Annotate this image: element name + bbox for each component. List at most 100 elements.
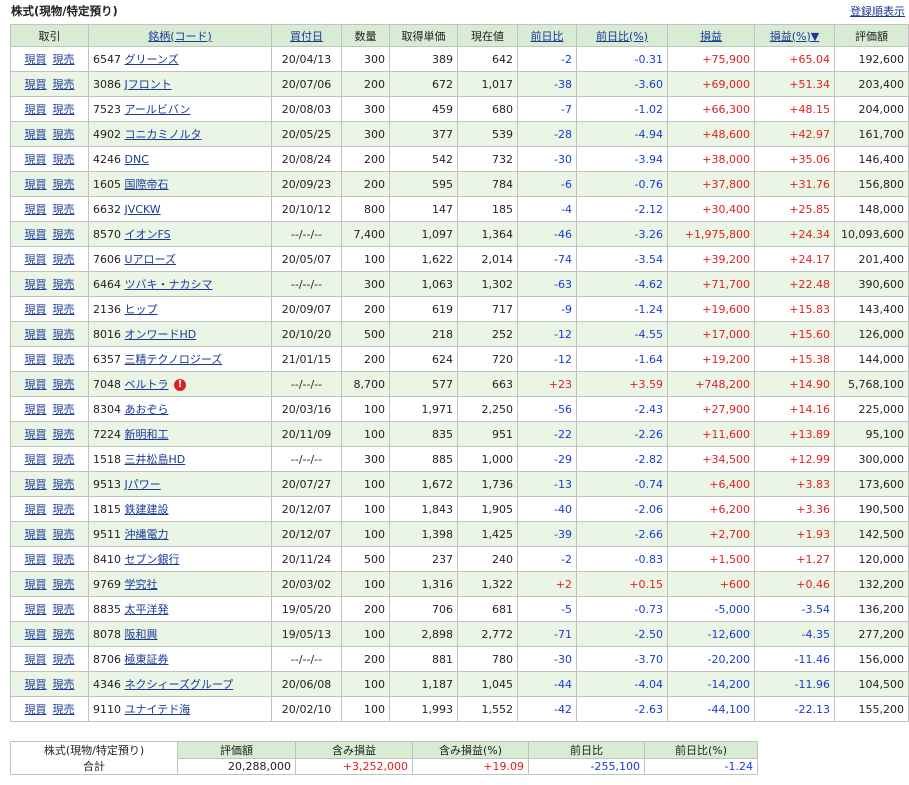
stock-name-link[interactable]: アールビバン <box>125 103 191 116</box>
stock-name-link[interactable]: 沖縄電力 <box>125 528 169 541</box>
sell-link[interactable]: 現売 <box>53 128 75 141</box>
buy-link[interactable]: 現買 <box>25 278 47 291</box>
buy-link[interactable]: 現買 <box>25 378 47 391</box>
buy-link[interactable]: 現買 <box>25 578 47 591</box>
stock-name-link[interactable]: セブン銀行 <box>125 553 180 566</box>
buy-link[interactable]: 現買 <box>25 103 47 116</box>
stock-name-link[interactable]: ツバキ・ナカシマ <box>125 278 213 291</box>
stock-name-link[interactable]: ヒップ <box>125 303 158 316</box>
sell-link[interactable]: 現売 <box>53 703 75 716</box>
stock-name-link[interactable]: あおぞら <box>125 403 169 416</box>
sell-link[interactable]: 現売 <box>53 428 75 441</box>
trade-actions: 現買 現売 <box>10 421 89 447</box>
col-pl[interactable]: 損益 <box>667 24 755 47</box>
stock-name-link[interactable]: Jパワー <box>125 478 161 491</box>
sell-link[interactable]: 現売 <box>53 578 75 591</box>
stock-name-link[interactable]: Jフロント <box>125 78 172 91</box>
buy-link[interactable]: 現買 <box>25 403 47 416</box>
stock-name-link[interactable]: JVCKW <box>125 203 161 216</box>
buy-link[interactable]: 現買 <box>25 353 47 366</box>
buy-link[interactable]: 現買 <box>25 303 47 316</box>
buy-link[interactable]: 現買 <box>25 678 47 691</box>
col-change[interactable]: 前日比 <box>517 24 577 47</box>
stock-name-link[interactable]: DNC <box>125 153 149 166</box>
stock-name-link[interactable]: 太平洋発 <box>125 603 169 616</box>
sort-pl-link[interactable]: 損益 <box>700 30 722 43</box>
sort-date-link[interactable]: 買付日 <box>290 30 323 43</box>
sell-link[interactable]: 現売 <box>53 553 75 566</box>
buy-link[interactable]: 現買 <box>25 178 47 191</box>
stock-name-link[interactable]: 学究社 <box>125 578 158 591</box>
buy-link[interactable]: 現買 <box>25 153 47 166</box>
sell-link[interactable]: 現売 <box>53 603 75 616</box>
sell-link[interactable]: 現売 <box>53 103 75 116</box>
sell-link[interactable]: 現売 <box>53 328 75 341</box>
stock-name-link[interactable]: 国際帝石 <box>125 178 169 191</box>
sell-link[interactable]: 現売 <box>53 78 75 91</box>
stock-name-link[interactable]: Uアローズ <box>125 253 177 266</box>
buy-link[interactable]: 現買 <box>25 478 47 491</box>
stock-name-link[interactable]: ネクシィーズグループ <box>125 678 234 691</box>
sort-name-link[interactable]: 銘柄(コード) <box>148 30 212 43</box>
current-price: 717 <box>457 296 518 322</box>
buy-link[interactable]: 現買 <box>25 553 47 566</box>
stock-name-link[interactable]: コニカミノルタ <box>125 128 202 141</box>
sell-link[interactable]: 現売 <box>53 303 75 316</box>
stock-name-link[interactable]: 三精テクノロジーズ <box>125 353 223 366</box>
buy-link[interactable]: 現買 <box>25 653 47 666</box>
buy-link[interactable]: 現買 <box>25 228 47 241</box>
buy-link[interactable]: 現買 <box>25 703 47 716</box>
sell-link[interactable]: 現売 <box>53 203 75 216</box>
stock-name-link[interactable]: オンワードHD <box>125 328 197 341</box>
sell-link[interactable]: 現売 <box>53 253 75 266</box>
col-pl-pct[interactable]: 損益(%)▼ <box>754 24 835 47</box>
stock-name-link[interactable]: 新明和工 <box>125 428 169 441</box>
stock-name-link[interactable]: 三井松島HD <box>125 453 186 466</box>
sell-link[interactable]: 現売 <box>53 453 75 466</box>
sell-link[interactable]: 現売 <box>53 178 75 191</box>
sell-link[interactable]: 現売 <box>53 503 75 516</box>
buy-link[interactable]: 現買 <box>25 328 47 341</box>
sell-link[interactable]: 現売 <box>53 228 75 241</box>
buy-link[interactable]: 現買 <box>25 603 47 616</box>
stock-name-link[interactable]: 鉄建建設 <box>125 503 169 516</box>
buy-link[interactable]: 現買 <box>25 53 47 66</box>
sell-link[interactable]: 現売 <box>53 653 75 666</box>
col-change-pct[interactable]: 前日比(%) <box>576 24 668 47</box>
buy-link[interactable]: 現買 <box>25 253 47 266</box>
sell-link[interactable]: 現売 <box>53 478 75 491</box>
col-buy-date[interactable]: 買付日 <box>271 24 342 47</box>
cost-price: 624 <box>389 346 458 372</box>
buy-link[interactable]: 現買 <box>25 528 47 541</box>
stock-name-link[interactable]: イオンFS <box>125 228 171 241</box>
buy-link[interactable]: 現買 <box>25 428 47 441</box>
sell-link[interactable]: 現売 <box>53 353 75 366</box>
sell-link[interactable]: 現売 <box>53 678 75 691</box>
trade-actions: 現買 現売 <box>10 571 89 597</box>
stock-name-link[interactable]: 極東証券 <box>125 653 169 666</box>
sell-link[interactable]: 現売 <box>53 378 75 391</box>
stock-name-link[interactable]: グリーンズ <box>125 53 179 66</box>
buy-link[interactable]: 現買 <box>25 503 47 516</box>
stock-name-link[interactable]: ベルトラ <box>125 378 169 391</box>
valuation: 161,700 <box>834 121 909 147</box>
sell-link[interactable]: 現売 <box>53 278 75 291</box>
sell-link[interactable]: 現売 <box>53 153 75 166</box>
sell-link[interactable]: 現売 <box>53 528 75 541</box>
buy-link[interactable]: 現買 <box>25 203 47 216</box>
stock-name-link[interactable]: 阪和興 <box>125 628 158 641</box>
registration-order-link[interactable]: 登録順表示 <box>850 3 905 19</box>
alert-icon[interactable]: ! <box>174 379 186 391</box>
buy-link[interactable]: 現買 <box>25 128 47 141</box>
col-name-code[interactable]: 銘柄(コード) <box>88 24 272 47</box>
sort-change-link[interactable]: 前日比 <box>531 30 564 43</box>
buy-link[interactable]: 現買 <box>25 628 47 641</box>
buy-link[interactable]: 現買 <box>25 78 47 91</box>
sell-link[interactable]: 現売 <box>53 628 75 641</box>
sort-pl-pct-link[interactable]: 損益(%)▼ <box>770 30 820 43</box>
stock-name-link[interactable]: ユナイテド海 <box>125 703 191 716</box>
sell-link[interactable]: 現売 <box>53 403 75 416</box>
sort-change-pct-link[interactable]: 前日比(%) <box>596 30 648 43</box>
buy-link[interactable]: 現買 <box>25 453 47 466</box>
sell-link[interactable]: 現売 <box>53 53 75 66</box>
